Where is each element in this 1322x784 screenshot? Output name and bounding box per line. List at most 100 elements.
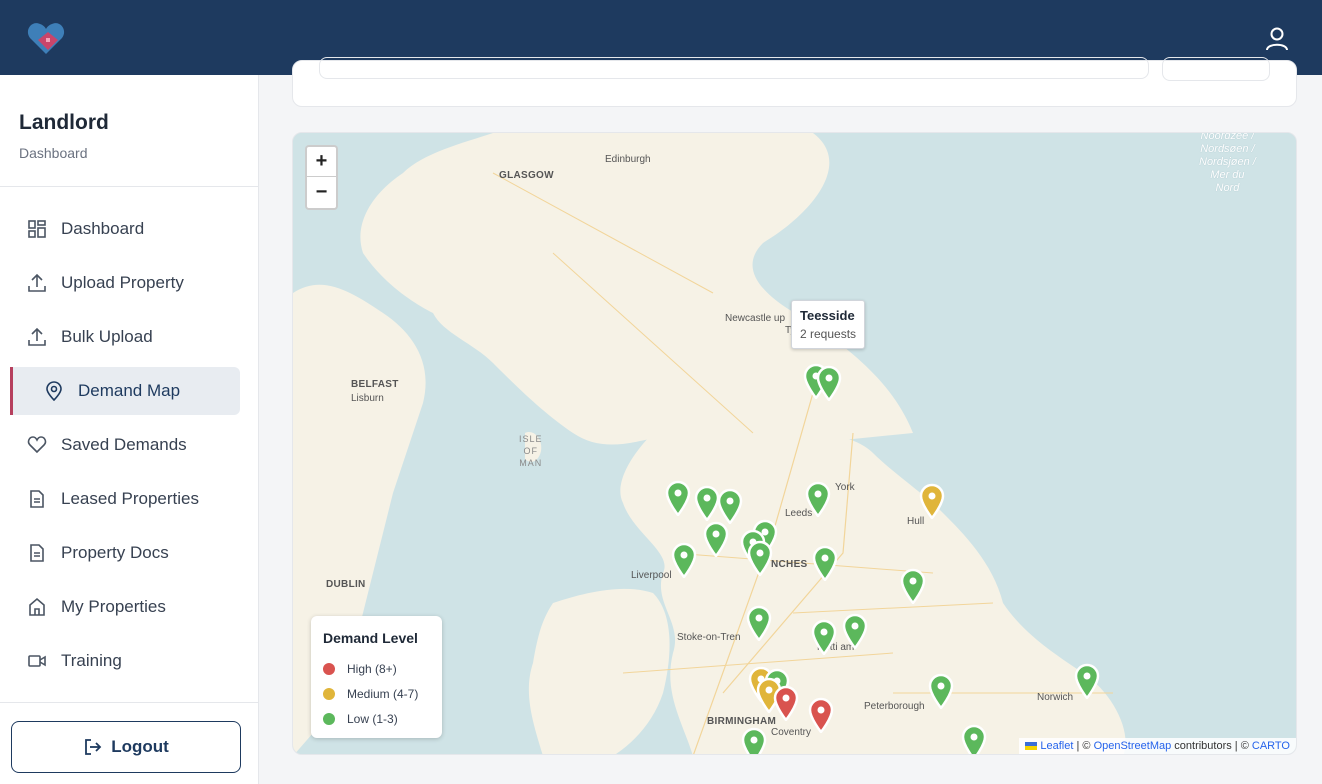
map-attribution: Leaflet | © OpenStreetMap contributors |… <box>1019 738 1296 754</box>
sidebar-item-upload-property[interactable]: Upload Property <box>18 259 240 307</box>
sidebar-nav: Dashboard Upload Property Bulk Upload De… <box>0 187 258 685</box>
logo-icon[interactable] <box>26 18 70 58</box>
place-label-dublin: DUBLIN <box>326 579 366 590</box>
place-label-lisburn: Lisburn <box>351 393 384 404</box>
heart-icon <box>26 434 48 456</box>
demand-marker-low[interactable] <box>703 521 729 559</box>
sidebar-item-label: Dashboard <box>61 219 145 238</box>
legend-item-medium: Medium (4-7) <box>323 681 430 706</box>
zoom-out-button[interactable]: − <box>307 177 336 207</box>
sidebar-item-bulk-upload[interactable]: Bulk Upload <box>18 313 240 361</box>
sidebar-item-label: Saved Demands <box>61 435 187 454</box>
sidebar-item-training[interactable]: Training <box>18 637 240 685</box>
place-label-belfast: BELFAST <box>351 379 399 390</box>
place-label-liverpool: Liverpool <box>631 570 672 581</box>
upload-icon <box>26 326 48 348</box>
place-label-isle-of-man: ISLE OF MAN <box>519 433 543 469</box>
attribution-sep: | © <box>1073 740 1094 752</box>
demand-marker-medium[interactable] <box>919 483 945 521</box>
place-label-norwich: Norwich <box>1037 692 1074 703</box>
tooltip-subtitle: 2 requests <box>800 327 857 341</box>
zoom-control: + − <box>305 145 338 210</box>
legend-title: Demand Level <box>323 630 418 646</box>
isle-line: MAN <box>519 458 543 468</box>
legend-dot <box>323 687 335 700</box>
place-label-north-sea: Noordzee / Nordsøen / Nordsjøen / Mer du… <box>1199 132 1256 195</box>
isle-line: OF <box>523 446 538 456</box>
legend-item-low: Low (1-3) <box>323 706 430 731</box>
demand-marker-low[interactable] <box>741 727 767 754</box>
legend-dot <box>323 712 335 725</box>
video-icon <box>26 650 48 672</box>
demand-marker-low[interactable] <box>665 480 691 518</box>
carto-link[interactable]: CARTO <box>1252 740 1290 752</box>
sea-line: Nordsjøen / <box>1199 156 1256 168</box>
sea-line: Noordzee / <box>1200 132 1255 142</box>
zoom-in-button[interactable]: + <box>307 147 336 177</box>
user-profile-icon[interactable] <box>1262 24 1292 54</box>
sidebar-item-my-properties[interactable]: My Properties <box>18 583 240 631</box>
home-icon <box>26 596 48 618</box>
document-icon <box>26 542 48 564</box>
demand-map[interactable]: + − Edinburgh GLASGOW Newcastle up Ty BE… <box>292 132 1297 755</box>
osm-link[interactable]: OpenStreetMap <box>1094 740 1172 752</box>
isle-line: ISLE <box>519 434 543 444</box>
demand-marker-low[interactable] <box>961 724 987 754</box>
sea-line: Mer du <box>1210 169 1245 181</box>
demand-marker-low[interactable] <box>811 619 837 657</box>
sidebar-footer: Logout <box>0 702 259 784</box>
place-label-birmingham: BIRMINGHAM <box>707 716 777 727</box>
sidebar-item-label: Bulk Upload <box>61 327 153 346</box>
place-label-edinburgh: Edinburgh <box>605 154 651 165</box>
demand-marker-low[interactable] <box>900 568 926 606</box>
logout-label: Logout <box>111 737 169 756</box>
sidebar-item-dashboard[interactable]: Dashboard <box>18 205 240 253</box>
attribution-contributors: contributors | © <box>1171 740 1252 752</box>
sidebar-item-label: Training <box>61 651 122 670</box>
demand-marker-high[interactable] <box>808 697 834 735</box>
filter-button[interactable] <box>1162 57 1270 81</box>
sidebar-title: Landlord <box>19 111 109 134</box>
demand-marker-low[interactable] <box>746 605 772 643</box>
logout-icon <box>83 737 103 757</box>
sidebar-item-property-docs[interactable]: Property Docs <box>18 529 240 577</box>
upload-icon <box>26 272 48 294</box>
leaflet-link[interactable]: Leaflet <box>1040 740 1073 752</box>
place-label-stoke: Stoke-on-Tren <box>677 632 741 643</box>
place-label-york: York <box>835 482 855 493</box>
document-icon <box>26 488 48 510</box>
search-input[interactable] <box>319 57 1149 79</box>
legend-label: Medium (4-7) <box>347 686 419 701</box>
sidebar-item-saved-demands[interactable]: Saved Demands <box>18 421 240 469</box>
demand-marker-high[interactable] <box>773 685 799 723</box>
sidebar-header: Landlord Dashboard <box>0 75 258 187</box>
demand-marker-low[interactable] <box>747 540 773 578</box>
sidebar-item-leased-properties[interactable]: Leased Properties <box>18 475 240 523</box>
sidebar-item-demand-map[interactable]: Demand Map <box>10 367 240 415</box>
sidebar-item-label: Leased Properties <box>61 489 199 508</box>
demand-marker-low[interactable] <box>717 488 743 526</box>
demand-marker-low[interactable] <box>928 673 954 711</box>
demand-marker-low[interactable] <box>671 542 697 580</box>
map-tiles <box>293 133 1296 754</box>
legend-label: Low (1-3) <box>347 711 398 726</box>
sidebar-subtitle: Dashboard <box>19 145 88 161</box>
demand-marker-low[interactable] <box>812 545 838 583</box>
marker-tooltip: Teesside 2 requests <box>791 300 866 349</box>
place-label-manchester: NCHES <box>771 559 808 570</box>
legend-item-high: High (8+) <box>323 656 430 681</box>
sea-line: Nord <box>1215 182 1240 194</box>
logout-button[interactable]: Logout <box>11 721 241 773</box>
place-label-glasgow: GLASGOW <box>499 170 554 181</box>
demand-marker-low[interactable] <box>816 365 842 403</box>
demand-marker-low[interactable] <box>1074 663 1100 701</box>
legend-label: High (8+) <box>347 661 397 676</box>
sea-line: Nordsøen / <box>1200 143 1255 155</box>
demand-marker-low[interactable] <box>842 613 868 651</box>
search-filter-card <box>292 57 1297 107</box>
place-label-newcastle: Newcastle up <box>725 313 786 324</box>
demand-legend: Demand Level High (8+) Medium (4-7) Low … <box>311 616 442 738</box>
map-pin-icon <box>43 380 65 402</box>
sidebar-item-label: Property Docs <box>61 543 169 562</box>
demand-marker-low[interactable] <box>805 481 831 519</box>
